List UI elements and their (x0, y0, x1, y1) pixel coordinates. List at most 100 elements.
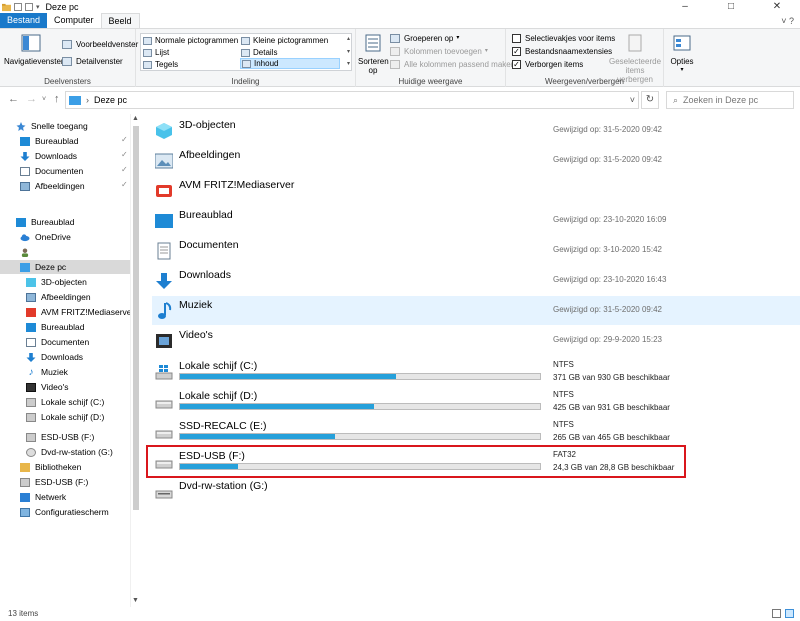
sidebar-item-lokale-schijf-c[interactable]: Lokale schijf (C:) (26, 395, 104, 409)
layout-inhoud[interactable]: Inhoud (240, 58, 340, 69)
sidebar-item-videos[interactable]: Video's (26, 380, 68, 394)
layout-details[interactable]: Details (241, 47, 277, 58)
desktop-icon (155, 214, 173, 228)
item-name: SSD-RECALC (E:) (179, 420, 267, 432)
sidebar-scrollbar[interactable]: ▲ ▼ (130, 114, 140, 607)
drive-usage-bar (179, 433, 541, 440)
sidebar-item-snelle-toegang[interactable]: Snelle toegang (16, 119, 88, 133)
sidebar-item-bibliotheken[interactable]: Bibliotheken (20, 460, 81, 474)
gallery-scroll-down-icon[interactable]: ▾ (347, 48, 350, 55)
group-label-indeling: Indeling (231, 77, 260, 86)
list-item-drive-g[interactable]: Dvd-rw-station (G:) (152, 477, 800, 506)
voorbeeldvenster-button[interactable]: Voorbeeldvenster (62, 39, 138, 50)
scrollbar-thumb[interactable] (133, 126, 139, 510)
sidebar-item-muziek[interactable]: ♪ Muziek (26, 365, 68, 379)
sidebar-item-downloads-pc[interactable]: Downloads (26, 350, 83, 364)
address-bar[interactable]: › Deze pc ˅ (65, 91, 639, 109)
details-view-icon[interactable] (772, 609, 781, 618)
list-item-drive-d[interactable]: Lokale schijf (D:) NTFS 425 GB van 931 G… (152, 387, 800, 416)
sidebar-item-afbeeldingen-pc[interactable]: Afbeeldingen (26, 290, 91, 304)
search-input[interactable]: ⌕ Zoeken in Deze pc (666, 91, 794, 109)
detailvenster-label: Detailvenster (76, 57, 123, 66)
sidebar-item-bureaublad-root[interactable]: Bureaublad (16, 215, 74, 229)
list-item-3d-objecten[interactable]: 3D-objecten Gewijzigd op: 31-5-2020 09:4… (152, 116, 800, 145)
back-button[interactable]: ← (8, 93, 19, 105)
tab-beeld[interactable]: Beeld (100, 13, 140, 28)
groeperen-button[interactable]: Groeperen op ▾ (390, 33, 459, 44)
layout-tegels[interactable]: Tegels (143, 59, 178, 70)
sidebar-item-deze-pc[interactable]: Deze pc (0, 260, 130, 274)
navigatievenster-button[interactable]: Navigatievenster (4, 33, 64, 66)
group-by-icon (390, 34, 400, 43)
sidebar-item-dvd-rw-g[interactable]: Dvd-rw-station (G:) (26, 445, 113, 459)
sidebar-label: Afbeeldingen (41, 292, 91, 302)
scroll-up-icon[interactable]: ▲ (132, 115, 139, 122)
maximize-button[interactable]: □ (708, 0, 754, 14)
layout-lijst[interactable]: Lijst (143, 47, 169, 58)
list-item-bureaublad[interactable]: Bureaublad Gewijzigd op: 23-10-2020 16:0… (152, 206, 800, 235)
content-icon (242, 59, 251, 68)
up-button[interactable]: ↑ (54, 93, 60, 105)
refresh-button[interactable]: ↻ (641, 91, 659, 109)
detailvenster-button[interactable]: Detailvenster (62, 56, 123, 67)
checkbox-bestandsnaamextensies[interactable]: ✓ Bestandsnaamextensies (512, 46, 612, 57)
layout-kleine-pictogrammen[interactable]: Kleine pictogrammen (241, 35, 328, 46)
list-item-documenten[interactable]: Documenten Gewijzigd op: 3-10-2020 15:42 (152, 236, 800, 265)
list-item-muziek[interactable]: Muziek Gewijzigd op: 31-5-2020 09:42 (152, 296, 800, 325)
sidebar-item-fritz-mediaserver[interactable]: AVM FRITZ!Mediaserver (26, 305, 134, 319)
ribbon-help[interactable]: ˅ ? (781, 16, 794, 26)
sidebar-item-bureaublad-pc[interactable]: Bureaublad (26, 320, 84, 334)
sidebar-item-bureaublad[interactable]: Bureaublad (20, 134, 78, 148)
list-item-downloads[interactable]: Downloads Gewijzigd op: 23-10-2020 16:43 (152, 266, 800, 295)
sidebar-item-lokale-schijf-d[interactable]: Lokale schijf (D:) (26, 410, 104, 424)
sidebar-item-afbeeldingen[interactable]: Afbeeldingen (20, 179, 85, 193)
gallery-more-icon[interactable]: ▾ (347, 60, 350, 67)
list-item-videos[interactable]: Video's Gewijzigd op: 29-9-2020 15:23 (152, 326, 800, 355)
group-weergeven-verbergen: Selectievakjes voor items ✓ Bestandsnaam… (506, 29, 664, 87)
close-button[interactable]: ✕ (754, 0, 800, 14)
qat-dropdown-icon[interactable]: ▾ (36, 3, 40, 11)
opties-button[interactable]: Opties ▾ (668, 33, 696, 75)
list-item-afbeeldingen[interactable]: Afbeeldingen Gewijzigd op: 31-5-2020 09:… (152, 146, 800, 175)
sidebar-item-3d-objecten[interactable]: 3D-objecten (26, 275, 87, 289)
sidebar-label: Bibliotheken (35, 462, 82, 472)
sidebar-item-documenten[interactable]: Documenten (20, 164, 83, 178)
sidebar-label: Downloads (41, 352, 84, 362)
address-dropdown-icon[interactable]: ˅ (630, 95, 635, 105)
sidebar-item-documenten-pc[interactable]: Documenten (26, 335, 89, 349)
list-item-drive-c[interactable]: Lokale schijf (C:) NTFS 371 GB van 930 G… (152, 357, 800, 386)
item-modified: Gewijzigd op: 31-5-2020 09:42 (553, 125, 662, 134)
quick-properties-icon[interactable] (14, 3, 22, 11)
breadcrumb-chevron-icon[interactable]: › (86, 95, 89, 105)
sidebar-item-onedrive[interactable]: OneDrive (20, 230, 71, 244)
kolommen-toevoegen-button[interactable]: Kolommen toevoegen ▾ (390, 46, 488, 57)
gallery-scroll-up-icon[interactable]: ▴ (347, 35, 350, 42)
recent-locations-icon[interactable]: ˅ (42, 96, 46, 103)
picture-icon (26, 292, 36, 302)
sidebar-item-user[interactable] (20, 245, 35, 259)
breadcrumb-deze-pc[interactable]: Deze pc (94, 95, 127, 105)
sidebar-item-esd-usb-f[interactable]: ESD-USB (F:) (26, 430, 94, 444)
forward-button[interactable]: → (26, 93, 37, 105)
list-item-fritz-mediaserver[interactable]: AVM FRITZ!Mediaserver (152, 176, 800, 205)
new-folder-icon[interactable] (25, 3, 33, 11)
scroll-down-icon[interactable]: ▼ (132, 597, 139, 604)
item-modified: Gewijzigd op: 31-5-2020 09:42 (553, 155, 662, 164)
sidebar-item-esd-usb-root[interactable]: ESD-USB (F:) (20, 475, 88, 489)
checkbox-verborgen-items[interactable]: ✓ Verborgen items (512, 59, 583, 70)
tab-bestand[interactable]: Bestand (0, 13, 48, 28)
kolommen-passend-button[interactable]: Alle kolommen passend maken (390, 59, 515, 70)
minimize-button[interactable]: – (662, 0, 708, 14)
sidebar-item-netwerk[interactable]: Netwerk (20, 490, 66, 504)
layout-normale-pictogrammen[interactable]: Normale pictogrammen (143, 35, 238, 46)
checkbox-selectievakjes[interactable]: Selectievakjes voor items (512, 33, 615, 44)
voorbeeldvenster-label: Voorbeeldvenster (76, 40, 139, 49)
sidebar-label: ESD-USB (F:) (35, 477, 89, 487)
large-icons-view-icon[interactable] (785, 609, 794, 618)
sorteren-button[interactable]: Sorteren op (358, 33, 389, 75)
drive-usage-fill (180, 404, 375, 409)
tab-computer[interactable]: Computer (47, 13, 101, 28)
list-item-drive-e[interactable]: SSD-RECALC (E:) NTFS 265 GB van 465 GB b… (152, 417, 800, 446)
sidebar-item-downloads[interactable]: Downloads (20, 149, 77, 163)
sidebar-item-configuratiescherm[interactable]: Configuratiescherm (20, 505, 109, 519)
